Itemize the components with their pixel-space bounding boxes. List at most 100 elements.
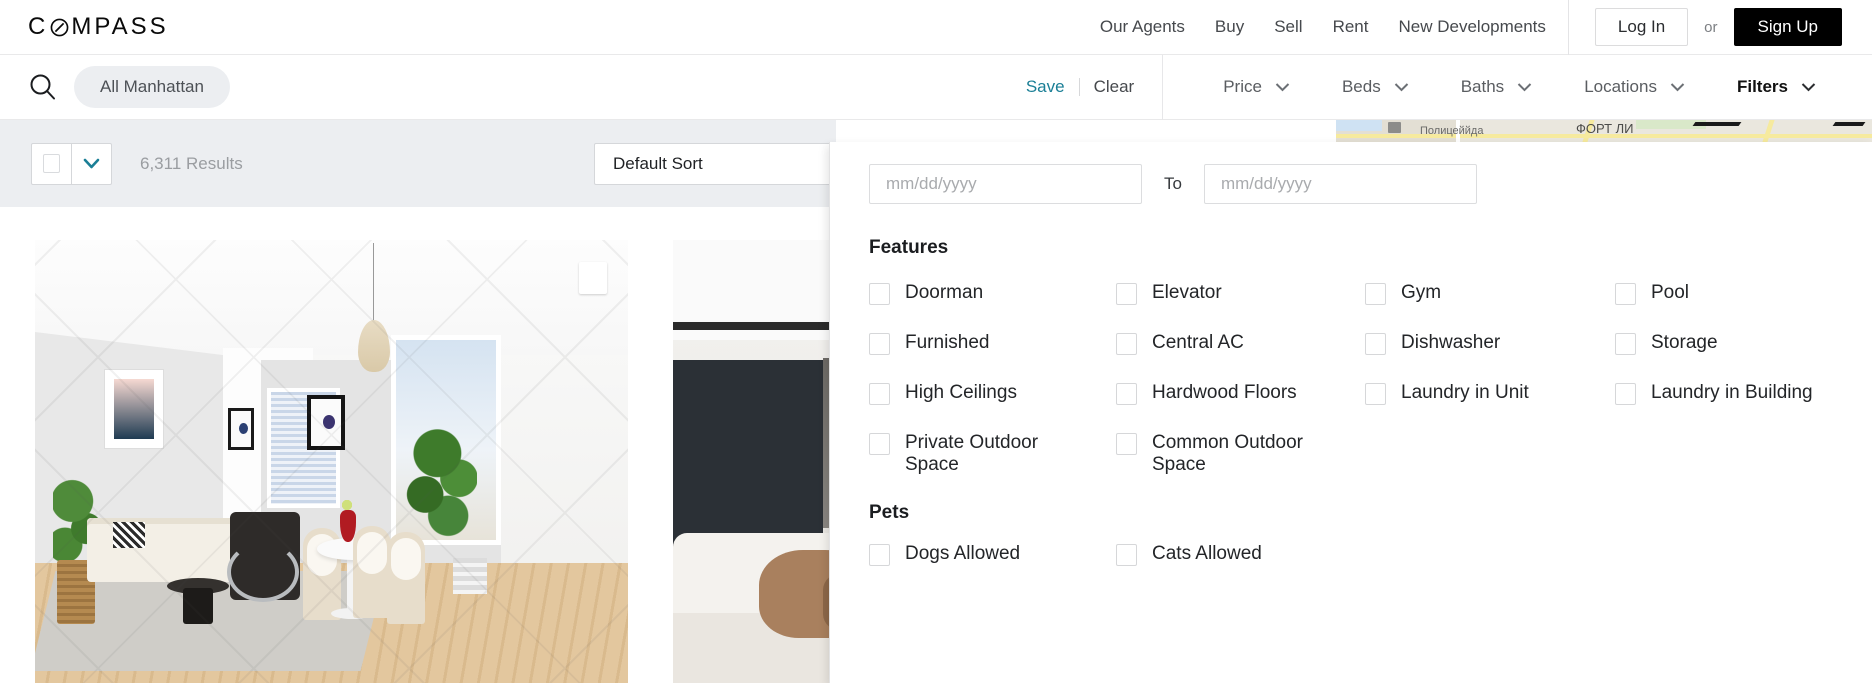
checkbox-gym[interactable]: Gym — [1365, 266, 1615, 316]
checkbox-square-icon — [869, 333, 890, 355]
filter-filters-label: Filters — [1736, 77, 1788, 96]
checkbox-furnished[interactable]: Furnished — [869, 316, 1116, 366]
logo-text-rest: MPASS — [71, 13, 169, 40]
save-search-button[interactable]: Save — [1026, 77, 1065, 97]
select-all-dropdown-button[interactable] — [72, 144, 111, 184]
nav-new-developments[interactable]: New Developments — [1399, 17, 1546, 37]
checkbox-square-icon — [1365, 333, 1386, 355]
filters-dropdown-panel: mm/dd/yyyy To mm/dd/yyyy Features Doorma… — [829, 142, 1872, 683]
filter-beds-label: Beds — [1341, 77, 1381, 96]
checkbox-square-icon — [869, 544, 890, 567]
checkbox-square-icon — [869, 433, 890, 455]
checkbox-laundry-in-unit[interactable]: Laundry in Unit — [1365, 366, 1615, 416]
search-filter-bar: All Manhattan Save Clear Price Beds Bath… — [0, 54, 1872, 120]
checkbox-label: Pool — [1651, 282, 1690, 303]
checkbox-square-icon — [1116, 283, 1137, 305]
date-to-input[interactable]: mm/dd/yyyy — [1203, 164, 1477, 204]
logo-text: C — [28, 13, 49, 40]
map-label-2: ФОРТ ЛИ — [1576, 121, 1634, 136]
sign-up-button[interactable]: Sign Up — [1733, 8, 1842, 46]
checkbox-square-icon — [1116, 433, 1137, 455]
checkbox-label: Central AC — [1152, 332, 1244, 353]
checkbox-label: Dogs Allowed — [905, 543, 1021, 565]
chevron-down-icon — [1517, 83, 1532, 92]
filter-price-label: Price — [1223, 77, 1262, 96]
checkbox-high-ceilings[interactable]: High Ceilings — [869, 366, 1116, 416]
checkbox-central-ac[interactable]: Central AC — [1116, 316, 1365, 366]
checkbox-square-icon — [1365, 283, 1386, 305]
filter-dropdown-group: Price Beds Baths Locations Filters — [1163, 77, 1872, 97]
checkbox-label: High Ceilings — [905, 382, 1017, 403]
chevron-down-icon — [1801, 83, 1816, 92]
filter-locations-label: Locations — [1584, 77, 1657, 96]
checkbox-doorman[interactable]: Doorman — [869, 266, 1116, 316]
checkbox-elevator[interactable]: Elevator — [1116, 266, 1365, 316]
clear-filters-button[interactable]: Clear — [1094, 77, 1135, 97]
filter-baths[interactable]: Baths — [1435, 77, 1558, 97]
compass-logo[interactable]: C MPASS — [28, 13, 169, 41]
checkbox-square-icon — [1615, 383, 1636, 405]
search-icon[interactable] — [26, 70, 60, 104]
search-input[interactable]: All Manhattan — [74, 66, 230, 108]
checkbox-hardwood-floors[interactable]: Hardwood Floors — [1116, 366, 1365, 416]
save-clear-group: Save Clear — [1026, 77, 1162, 97]
checkbox-pool[interactable]: Pool — [1615, 266, 1872, 316]
filter-filters[interactable]: Filters — [1711, 77, 1842, 97]
select-all-group — [31, 142, 112, 185]
filter-locations[interactable]: Locations — [1558, 77, 1711, 97]
compass-search-page: C MPASS Our Agents Buy Sell Rent New Deve… — [0, 0, 1872, 683]
checkbox-square-icon — [869, 383, 890, 405]
checkbox-square-icon — [869, 283, 890, 305]
checkbox-cats-allowed[interactable]: Cats Allowed — [1116, 527, 1365, 577]
chevron-down-icon — [1275, 83, 1290, 92]
map-transit-icon — [1388, 122, 1401, 133]
sort-dropdown[interactable]: Default Sort — [594, 142, 832, 185]
chevron-down-icon — [1394, 83, 1408, 92]
compass-o-slash-icon — [50, 18, 69, 36]
listing-photo-1 — [35, 240, 628, 683]
checkbox-dishwasher[interactable]: Dishwasher — [1365, 316, 1615, 366]
checkbox-square-icon — [1615, 333, 1636, 355]
top-navigation-bar: C MPASS Our Agents Buy Sell Rent New Deve… — [0, 0, 1872, 55]
listing-card-1[interactable] — [35, 240, 628, 683]
checkbox-square-icon — [1615, 283, 1636, 305]
checkbox-square-icon — [1116, 333, 1137, 355]
checkbox-label: Common Outdoor Space — [1152, 432, 1304, 476]
checkbox-storage[interactable]: Storage — [1615, 316, 1872, 366]
pets-checkbox-grid: Dogs Allowed Cats Allowed — [830, 524, 1872, 577]
save-listing-checkbox[interactable] — [579, 262, 607, 294]
features-checkbox-grid: Doorman Elevator Gym Pool Furnished Cent… — [830, 259, 1872, 476]
nav-buy[interactable]: Buy — [1215, 17, 1244, 37]
checkbox-label: Laundry in Building — [1651, 382, 1813, 403]
filter-beds[interactable]: Beds — [1316, 77, 1435, 97]
chevron-down-icon — [83, 158, 100, 169]
map-panel[interactable]: Полицеййда ФОРТ ЛИ — [1336, 120, 1872, 142]
checkbox-label: Furnished — [905, 332, 990, 353]
checkbox-label: Dishwasher — [1401, 332, 1501, 353]
results-count: 6,311 Results — [140, 153, 243, 173]
checkbox-label: Storage — [1651, 332, 1718, 353]
checkbox-label: Gym — [1401, 282, 1442, 303]
photo-watermark — [35, 240, 628, 683]
checkbox-laundry-in-building[interactable]: Laundry in Building — [1615, 366, 1872, 416]
checkbox-dogs-allowed[interactable]: Dogs Allowed — [869, 527, 1116, 577]
filter-baths-label: Baths — [1460, 77, 1505, 96]
date-to-label: To — [1164, 174, 1182, 193]
features-section-title: Features — [869, 237, 949, 258]
log-in-button[interactable]: Log In — [1594, 8, 1689, 46]
nav-our-agents[interactable]: Our Agents — [1100, 17, 1185, 37]
checkbox-label: Hardwood Floors — [1152, 382, 1297, 403]
checkbox-common-outdoor-space[interactable]: Common Outdoor Space — [1116, 416, 1365, 476]
select-all-checkbox[interactable] — [32, 144, 71, 184]
nav-rent[interactable]: Rent — [1333, 17, 1369, 37]
nav-sell[interactable]: Sell — [1274, 17, 1302, 37]
chevron-down-icon — [1670, 83, 1685, 92]
checkbox-private-outdoor-space[interactable]: Private Outdoor Space — [869, 416, 1116, 476]
checkbox-square-icon — [43, 154, 60, 173]
checkbox-square-icon — [1116, 544, 1137, 567]
checkbox-label: Private Outdoor Space — [905, 432, 1039, 476]
main-nav-links: Our Agents Buy Sell Rent New Development… — [1100, 17, 1568, 37]
filter-price[interactable]: Price — [1197, 77, 1316, 97]
date-from-input[interactable]: mm/dd/yyyy — [869, 164, 1142, 204]
checkbox-label: Cats Allowed — [1152, 543, 1262, 565]
